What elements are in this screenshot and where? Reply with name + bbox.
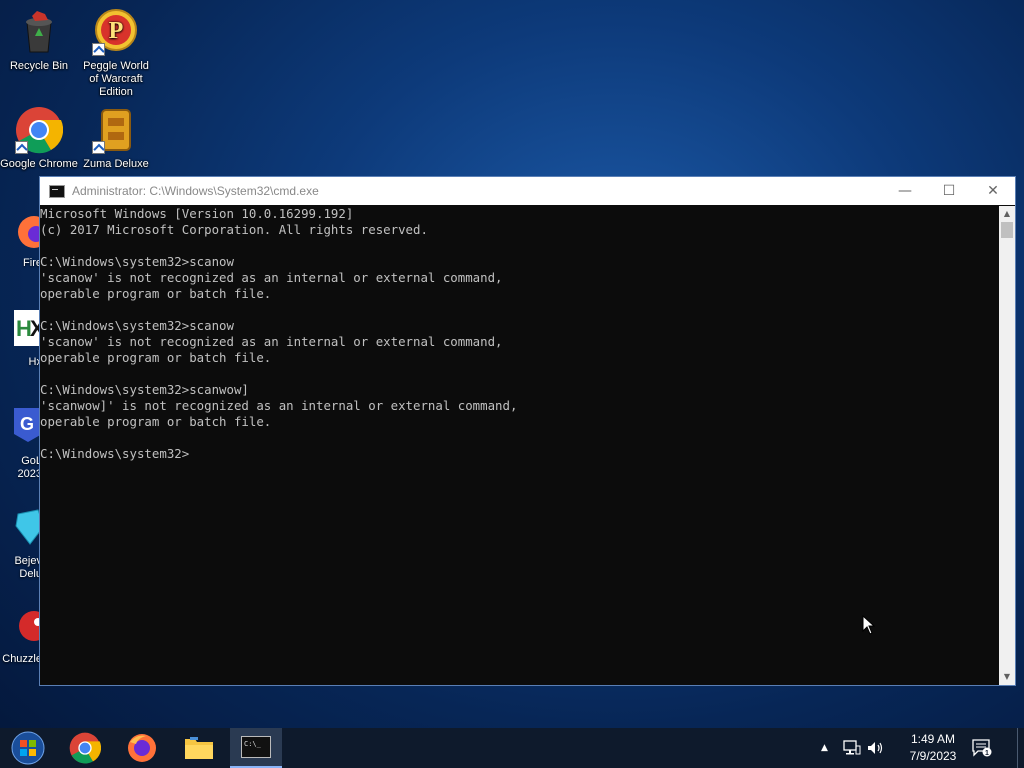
- taskbar-chrome-button[interactable]: [59, 728, 111, 768]
- svg-text:G: G: [20, 414, 34, 434]
- desktop-icon-label: Recycle Bin: [9, 60, 69, 72]
- network-icon[interactable]: [843, 728, 861, 768]
- zuma-icon: [92, 106, 140, 154]
- taskbar-file-explorer-button[interactable]: [173, 728, 225, 768]
- desktop-icon-chuzzle-partial[interactable]: [14, 604, 49, 644]
- console-line: C:\Windows\system32>scanwow]: [40, 382, 249, 397]
- desktop-icon-recycle-bin[interactable]: Recycle Bin: [0, 8, 78, 73]
- chrome-icon: [69, 732, 101, 764]
- window-title: Administrator: C:\Windows\System32\cmd.e…: [72, 184, 319, 198]
- console-line: C:\Windows\system32>scanow: [40, 254, 234, 269]
- desktop-icon-label: Fire: [23, 257, 42, 269]
- shortcut-arrow-icon: [92, 43, 105, 56]
- desktop-icon-peggle[interactable]: P Peggle World of Warcraft Edition: [77, 8, 155, 99]
- chrome-icon: [15, 106, 64, 154]
- start-button[interactable]: [2, 728, 54, 768]
- console-line: 'scanwow]' is not recognized as an inter…: [40, 398, 518, 413]
- scroll-up-icon[interactable]: ▲: [999, 206, 1015, 222]
- console-line: C:\Windows\system32>scanow: [40, 318, 234, 333]
- scroll-down-icon[interactable]: ▼: [999, 669, 1015, 685]
- desktop-icon-label: Google Chrome: [0, 158, 78, 170]
- desktop-icon-label: Peggle World of Warcraft Edition: [83, 60, 149, 98]
- desktop-icon-label: Hx: [28, 356, 42, 368]
- recycle-bin-icon: [15, 8, 63, 56]
- console-line: Microsoft Windows [Version 10.0.16299.19…: [40, 206, 354, 221]
- firefox-icon: [128, 734, 156, 762]
- console-line: operable program or batch file.: [40, 350, 272, 365]
- firefox-icon: [18, 216, 50, 248]
- clock-date: 7/9/2023: [909, 749, 957, 763]
- minimize-button[interactable]: —: [883, 177, 927, 205]
- volume-icon[interactable]: [867, 728, 885, 768]
- golf-icon: G: [14, 408, 42, 442]
- desktop-icon-zuma[interactable]: Zuma Deluxe: [77, 106, 155, 171]
- taskbar-cmd-button[interactable]: C:\_: [230, 728, 282, 768]
- scrollbar-thumb[interactable]: [1001, 222, 1013, 238]
- taskbar-firefox-button[interactable]: [116, 728, 168, 768]
- maximize-button[interactable]: ☐: [927, 177, 971, 205]
- peggle-icon: P: [92, 8, 140, 56]
- console-line: 'scanow' is not recognized as an interna…: [40, 270, 503, 285]
- console-line: (c) 2017 Microsoft Corporation. All righ…: [40, 222, 428, 237]
- desktop-icon-label: Chuzzle: [2, 653, 42, 665]
- shortcut-arrow-icon: [92, 141, 105, 154]
- cmd-app-icon: [49, 184, 65, 198]
- action-center-button[interactable]: 1: [972, 728, 992, 768]
- tray-overflow-chevron-icon[interactable]: ▲: [821, 728, 828, 768]
- console-line: operable program or batch file.: [40, 414, 272, 429]
- console-line: 'scanow' is not recognized as an interna…: [40, 334, 503, 349]
- desktop-icon-hx-partial[interactable]: H X: [14, 310, 45, 350]
- title-bar[interactable]: Administrator: C:\Windows\System32\cmd.e…: [40, 177, 1015, 205]
- desktop-icon-chrome[interactable]: Google Chrome: [0, 106, 78, 171]
- taskbar: C:\_ ▲ 1:49 AM 7/9/2023 1: [0, 728, 1024, 768]
- hx-icon: H X: [14, 310, 45, 346]
- taskbar-clock[interactable]: 1:49 AM 7/9/2023: [898, 731, 968, 765]
- svg-text:P: P: [109, 18, 124, 44]
- show-desktop-button[interactable]: [1017, 728, 1024, 768]
- chuzzle-icon: [19, 611, 49, 641]
- console-line: operable program or batch file.: [40, 286, 272, 301]
- windows-logo-icon: [11, 731, 45, 765]
- vertical-scrollbar[interactable]: ▲ ▼: [999, 206, 1015, 685]
- desktop-icon-firefox-partial[interactable]: [14, 212, 50, 252]
- desktop-icon-golf-partial[interactable]: G: [14, 404, 42, 444]
- folder-icon: [185, 737, 213, 759]
- console-line: C:\Windows\system32>: [40, 446, 190, 461]
- close-button[interactable]: ✕: [971, 177, 1015, 205]
- cmd-icon: C:\_: [241, 736, 271, 758]
- console-output[interactable]: Microsoft Windows [Version 10.0.16299.19…: [40, 206, 999, 685]
- desktop-icon-label: Bejev Delu: [14, 555, 42, 580]
- desktop-icon-bejeweled-partial[interactable]: [14, 506, 45, 546]
- clock-time: 1:49 AM: [910, 732, 956, 746]
- shortcut-arrow-icon: [15, 141, 28, 154]
- cmd-window[interactable]: Administrator: C:\Windows\System32\cmd.e…: [39, 176, 1016, 686]
- svg-text:C:\_: C:\_: [244, 740, 262, 748]
- desktop-icon-label: Zuma Deluxe: [83, 158, 149, 170]
- notification-count: 1: [985, 750, 989, 757]
- notification-icon: 1: [972, 739, 992, 757]
- bejeweled-icon: [15, 509, 45, 545]
- desktop-icon-label: GoL 2023: [17, 455, 42, 480]
